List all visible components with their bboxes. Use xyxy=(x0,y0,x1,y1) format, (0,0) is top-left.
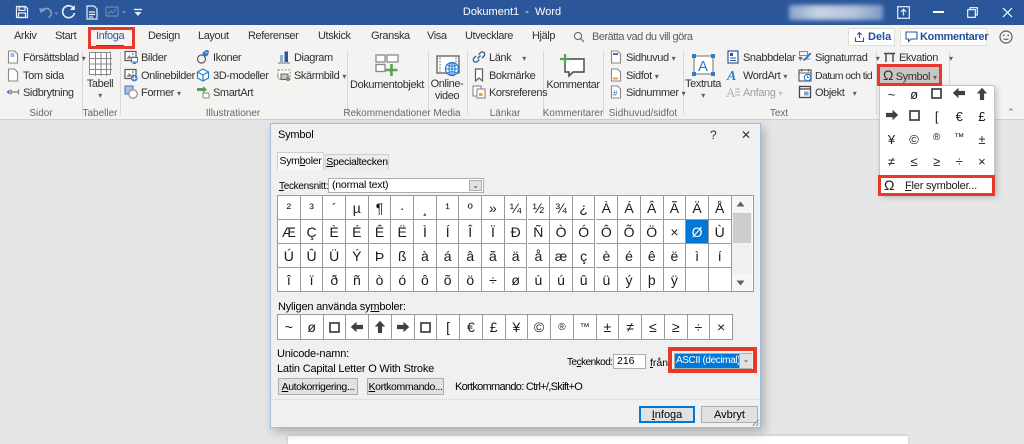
svg-text:A: A xyxy=(726,85,736,99)
svg-text:A: A xyxy=(726,69,736,82)
svg-text:A: A xyxy=(698,58,708,75)
